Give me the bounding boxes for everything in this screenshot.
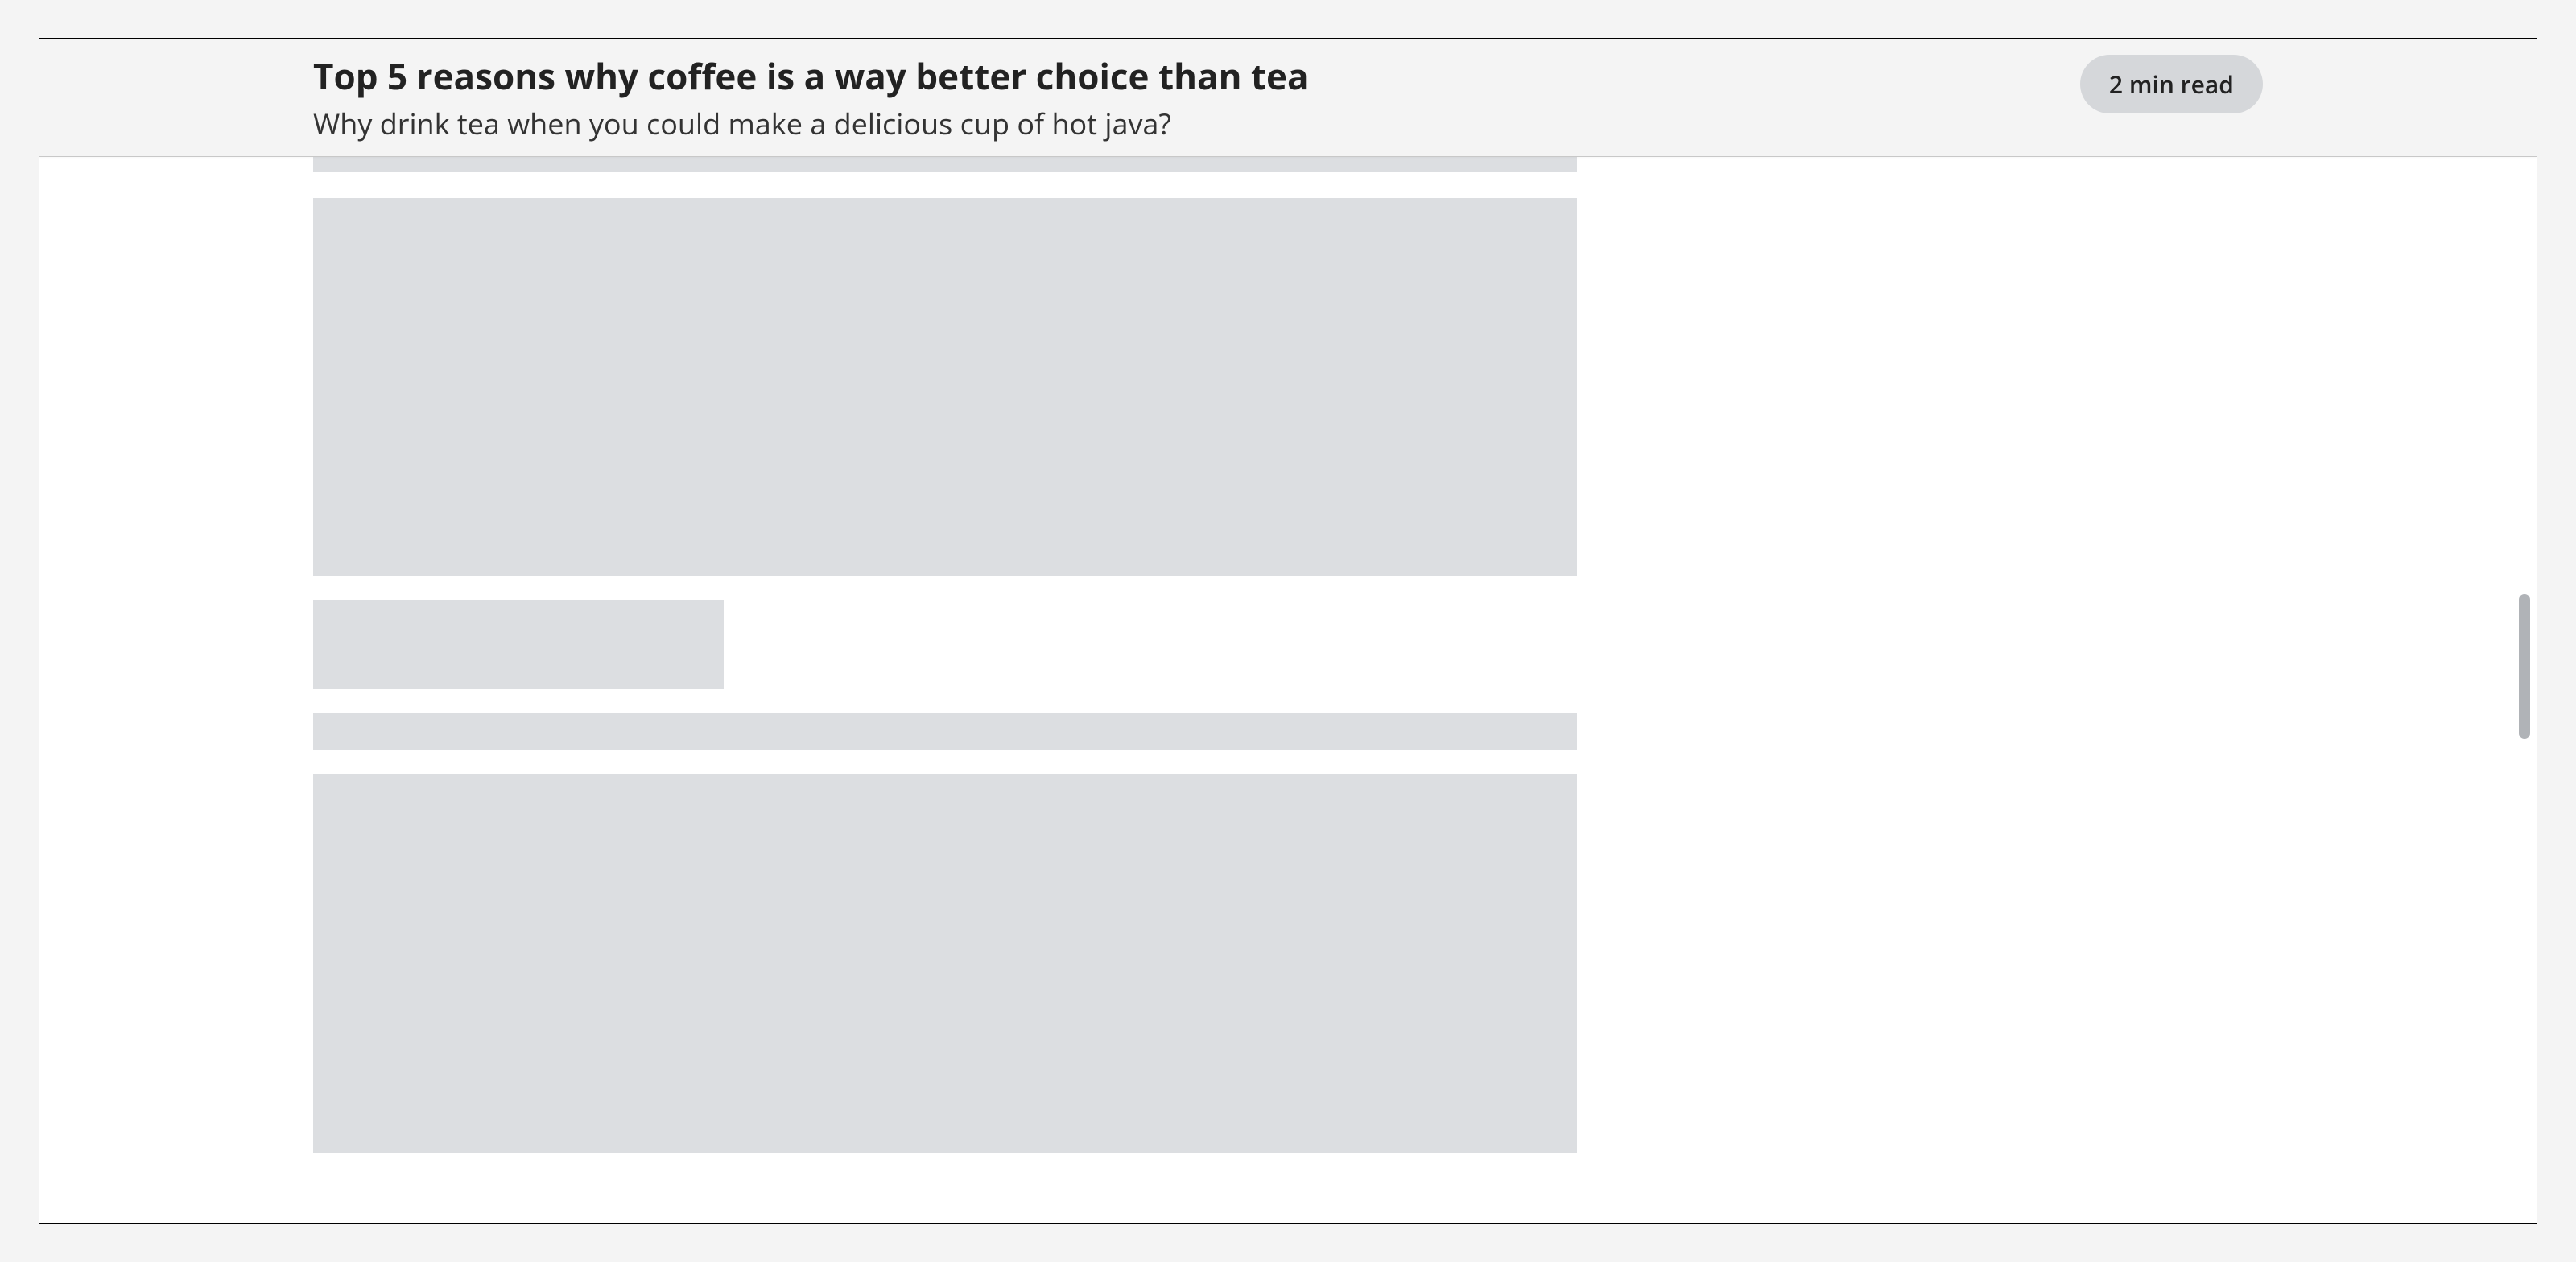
article-subtitle: Why drink tea when you could make a deli…	[313, 105, 2048, 143]
header-inner: Top 5 reasons why coffee is a way better…	[313, 55, 2263, 143]
content-inner	[313, 143, 1577, 1153]
sticky-header: Top 5 reasons why coffee is a way better…	[39, 39, 2537, 157]
scrollbar-thumb[interactable]	[2519, 594, 2530, 739]
skeleton-line	[313, 713, 1577, 750]
read-time-badge: 2 min read	[2080, 55, 2263, 113]
skeleton-heading	[313, 600, 724, 689]
header-text: Top 5 reasons why coffee is a way better…	[313, 55, 2048, 143]
skeleton-block	[313, 774, 1577, 1153]
skeleton-block	[313, 198, 1577, 576]
article-title: Top 5 reasons why coffee is a way better…	[313, 55, 2048, 97]
content-area	[39, 39, 2537, 1223]
article-frame: Top 5 reasons why coffee is a way better…	[39, 38, 2537, 1224]
scrollbar-track[interactable]	[2519, 39, 2530, 1223]
